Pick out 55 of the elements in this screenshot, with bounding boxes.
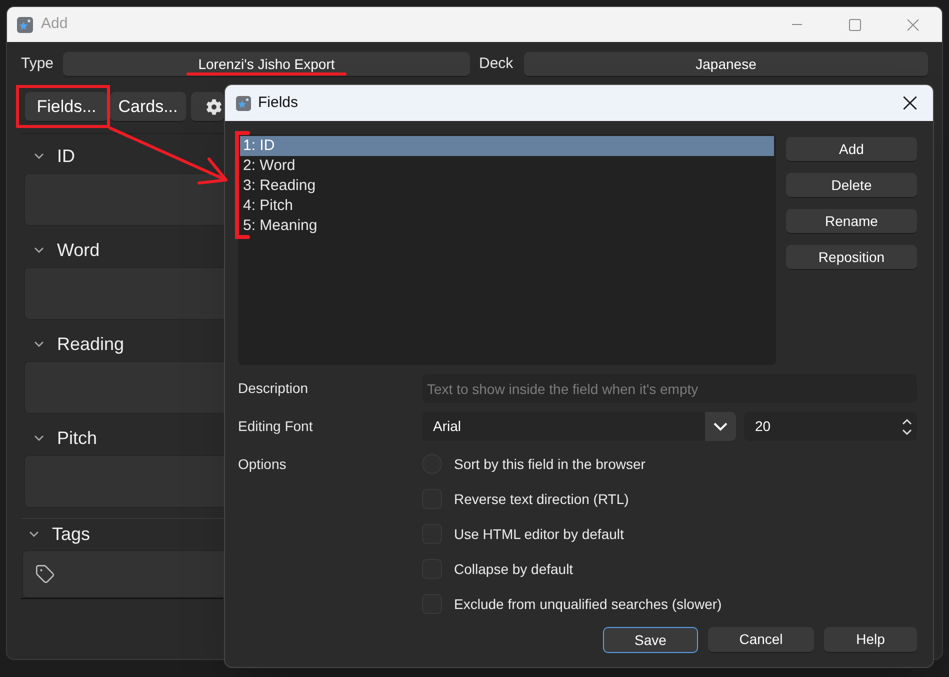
field-list-item[interactable]: 5: Meaning: [240, 216, 774, 236]
close-icon: [907, 18, 919, 30]
option-label: Sort by this field in the browser: [454, 454, 646, 474]
minimize-icon: [792, 24, 802, 25]
tag-icon: [35, 564, 55, 584]
editing-font-label: Editing Font: [238, 417, 314, 436]
tags-field[interactable]: [22, 550, 224, 598]
field-list-item[interactable]: 1: ID: [240, 136, 774, 156]
chevron-icon[interactable]: [34, 247, 44, 253]
editor-field[interactable]: [24, 267, 224, 320]
fields-button[interactable]: Fields...: [25, 92, 108, 122]
field-label: Pitch: [57, 428, 98, 448]
deck-dropdown[interactable]: Japanese: [524, 52, 928, 77]
chevron-icon[interactable]: [29, 531, 39, 537]
editor-field[interactable]: [24, 361, 224, 414]
dialog-button[interactable]: Reposition: [786, 245, 917, 270]
maximize-icon: [849, 18, 861, 30]
dialog-button[interactable]: Add: [786, 137, 917, 162]
stepper-arrows-icon: [902, 418, 912, 436]
options-label: Options: [238, 455, 288, 474]
option-label: Collapse by default: [454, 560, 574, 579]
option-label: Reverse text direction (RTL): [454, 490, 629, 509]
dialog-title: Fields: [258, 92, 298, 113]
option-label: Exclude from unqualified searches (slower): [454, 594, 722, 614]
chevron-down-icon: [705, 412, 736, 441]
field-list-item[interactable]: 4: Pitch: [240, 196, 774, 216]
settings-button[interactable]: [191, 92, 224, 122]
font-size-spinbox[interactable]: 20: [744, 412, 917, 441]
close-icon: [903, 96, 917, 110]
description-field[interactable]: Text to show inside the field when it's empty: [422, 374, 917, 403]
dialog-button[interactable]: Cancel: [708, 627, 814, 653]
field-label: Word: [57, 240, 100, 260]
settings-icon: [206, 98, 222, 114]
chevron-icon[interactable]: [34, 435, 44, 441]
editor-field[interactable]: [24, 455, 224, 508]
field-list-item[interactable]: 3: Reading: [240, 176, 774, 196]
cards-button[interactable]: Cards...: [110, 92, 186, 122]
type-label: Type: [21, 54, 55, 74]
dialog-button[interactable]: Rename: [786, 209, 917, 234]
font-dropdown[interactable]: Arial: [422, 412, 736, 441]
dialog-button[interactable]: Save: [603, 627, 698, 653]
dialog-button[interactable]: Delete: [786, 173, 917, 198]
editor-field[interactable]: [24, 173, 224, 226]
field-list-item[interactable]: 2: Word: [240, 156, 774, 176]
chevron-icon[interactable]: [34, 153, 44, 159]
option-label: Use HTML editor by default: [454, 524, 624, 544]
field-label: Reading: [57, 334, 124, 354]
note-type-dropdown[interactable]: Lorenzi's Jisho Export: [63, 52, 470, 77]
tags-label: Tags: [52, 524, 90, 544]
deck-label: Deck: [479, 54, 514, 74]
chevron-icon[interactable]: [34, 341, 44, 347]
dialog-button[interactable]: Help: [824, 627, 917, 653]
description-label: Description: [238, 379, 310, 398]
window-title: Add: [41, 14, 68, 34]
field-label: ID: [57, 146, 75, 166]
